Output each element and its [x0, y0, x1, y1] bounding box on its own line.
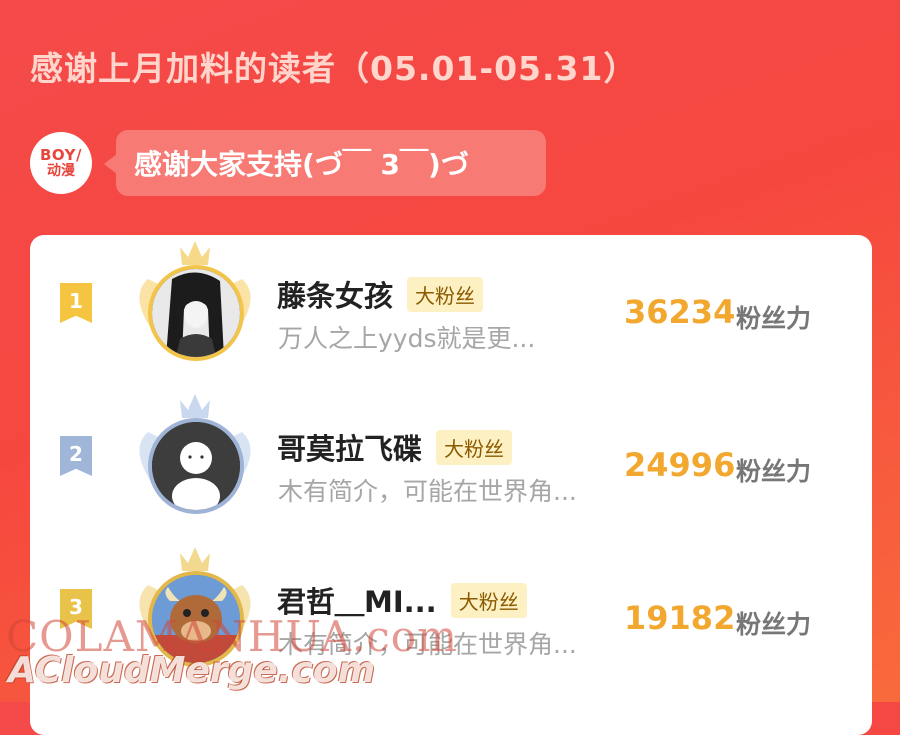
ranking-row[interactable]: 2 哥莫拉飞碟 大粉丝 木有简介，可能在世界角... 24996 粉丝力	[30, 388, 872, 528]
user-avatar[interactable]	[148, 265, 244, 361]
rank-number: 1	[69, 289, 83, 313]
rank-number: 2	[69, 442, 83, 466]
fan-power-unit: 粉丝力	[736, 457, 812, 486]
user-avatar[interactable]	[148, 418, 244, 514]
fan-level-tag: 大粉丝	[450, 582, 527, 618]
fan-power-unit: 粉丝力	[736, 610, 812, 639]
user-bio: 木有简介，可能在世界角...	[278, 477, 577, 506]
fan-power-score: 19182	[624, 599, 736, 637]
message-bubble: 感谢大家支持(づ￣ 3￣)づ	[116, 130, 546, 196]
ranking-row[interactable]: 1 藤条女孩 大粉丝 万人之上yyds就是更... 36234 粉丝力	[30, 235, 872, 375]
username-text: 藤条女孩	[277, 279, 394, 313]
watermark-acloudmerge: ACloudMerge.com	[8, 650, 376, 691]
fan-level-tag: 大粉丝	[436, 429, 513, 465]
user-bio: 万人之上yyds就是更...	[278, 324, 536, 353]
page-title: 感谢上月加料的读者（05.01-05.31）	[30, 49, 638, 88]
username[interactable]: 藤条女孩 大粉丝	[277, 273, 484, 315]
anime-character-avatar-icon	[152, 269, 240, 357]
fan-power-score: 36234	[624, 293, 736, 331]
default-user-avatar-icon	[152, 422, 240, 510]
fan-power-score: 24996	[624, 446, 736, 484]
rank-badge-gold: 1	[60, 283, 92, 323]
logo-text-line2: 动漫	[47, 162, 75, 179]
logo-text-line1: BOY/	[40, 145, 82, 164]
fan-level-tag: 大粉丝	[407, 276, 484, 312]
message-text: 感谢大家支持(づ￣ 3￣)づ	[134, 148, 469, 181]
fan-power-unit: 粉丝力	[736, 304, 812, 333]
username[interactable]: 哥莫拉飞碟 大粉丝	[277, 426, 513, 468]
brand-logo[interactable]: BOY/ 动漫	[30, 132, 92, 194]
username-text: 哥莫拉飞碟	[277, 432, 423, 466]
rank-badge-silver: 2	[60, 436, 92, 476]
